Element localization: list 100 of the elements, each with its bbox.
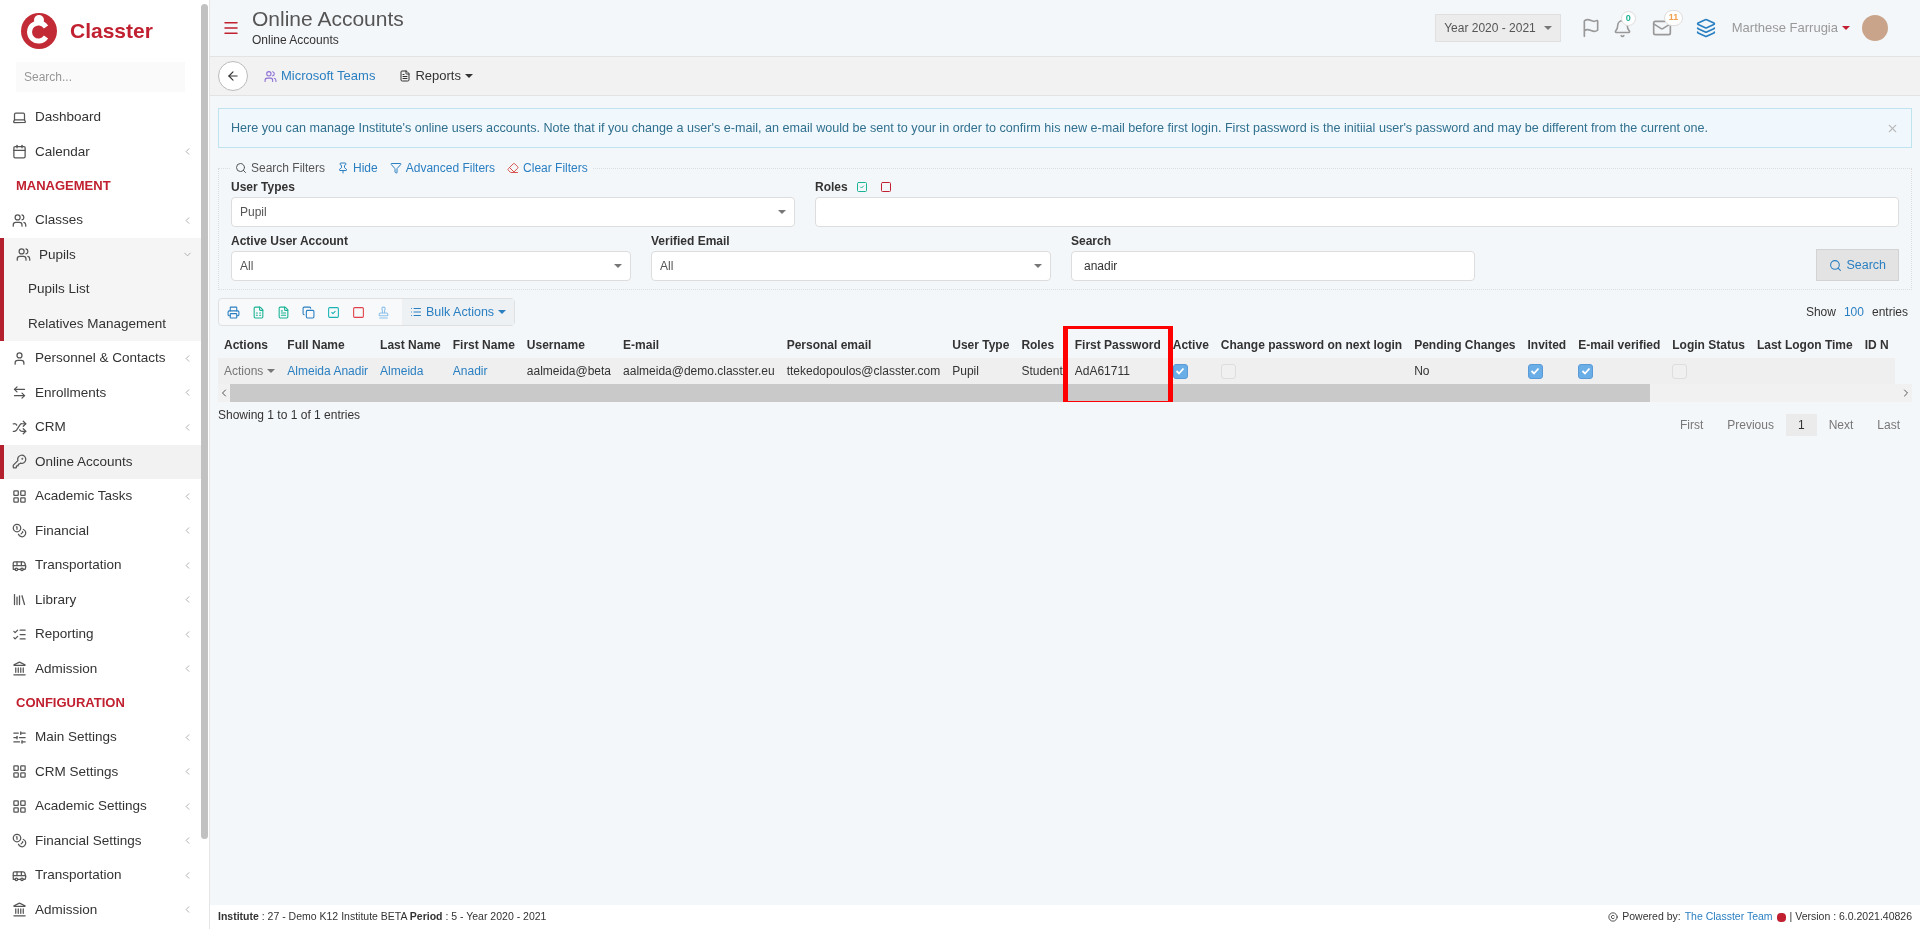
column-header[interactable]: First Password [1074, 338, 1161, 352]
roles-field[interactable] [815, 197, 1899, 227]
column-header[interactable]: Roles [1021, 338, 1055, 352]
verified-email-select[interactable]: All [651, 251, 1051, 281]
laptop-icon [12, 109, 27, 125]
sidebar-item[interactable]: Calendar [0, 134, 201, 169]
back-button[interactable] [218, 61, 248, 91]
sidebar-item[interactable]: Academic Tasks [0, 479, 201, 514]
people-icon [12, 212, 27, 228]
table-link[interactable]: Almeida [380, 364, 424, 378]
column-header[interactable]: ID N [1864, 338, 1889, 352]
print-icon[interactable] [227, 305, 240, 319]
checkbox[interactable] [1527, 363, 1543, 379]
search-field[interactable]: Search... [16, 62, 185, 92]
coins-icon [12, 833, 27, 849]
column-header[interactable]: Actions [224, 338, 268, 352]
bank-icon [12, 661, 27, 677]
entries-summary: Showing 1 to 1 of 1 entries [218, 407, 361, 424]
info-message: Here you can manage Institute's online users accounts. Note that if you change a user's e-mail, an email would be sent to your in order to confirm his new e-mail before first login. First password is the initiial user's password and may be different from the current one. [231, 119, 1709, 137]
pager-button[interactable]: 1 [1785, 414, 1817, 436]
actions-dropdown[interactable]: Actions [224, 362, 276, 380]
caret-icon [1034, 264, 1042, 268]
column-header[interactable]: E-mail [623, 338, 660, 352]
field-label: Roles [815, 179, 848, 196]
sidebar-item[interactable]: Online Accounts [0, 444, 201, 479]
select-all-icon[interactable] [327, 305, 340, 319]
select-all-icon[interactable] [855, 181, 868, 193]
sidebar-item[interactable]: Financial [0, 513, 201, 548]
pager-button[interactable]: Previous [1715, 414, 1786, 436]
sidebar-item[interactable]: Personnel & Contacts [0, 341, 201, 376]
mail-icon[interactable] [1651, 18, 1672, 38]
avatar[interactable] [1862, 15, 1888, 41]
filter-link[interactable]: Clear Filters [507, 159, 588, 177]
reports-dropdown[interactable]: Reports [399, 66, 473, 86]
sidebar-item[interactable]: Academic Settings [0, 789, 201, 824]
table-link[interactable]: Almeida Anadir [287, 364, 369, 378]
sidebar-item[interactable]: Classes [0, 203, 201, 238]
bulk-actions-dropdown[interactable]: Bulk Actions [402, 299, 515, 325]
year-dropdown[interactable]: Year 2020 - 2021 [1435, 14, 1561, 42]
column-header[interactable]: Personal email [786, 338, 872, 352]
page-size[interactable]: 100 [1843, 303, 1864, 321]
deselect-icon[interactable] [879, 181, 892, 193]
column-header[interactable]: Active [1172, 338, 1209, 352]
check-icon [1175, 366, 1186, 376]
pager-button[interactable]: First [1667, 414, 1716, 436]
column-header[interactable]: E-mail verified [1578, 338, 1661, 352]
column-header[interactable]: Last Name [380, 338, 441, 352]
column-header[interactable]: Login Status [1672, 338, 1745, 352]
filter-link[interactable]: Hide [337, 159, 378, 177]
pager-button[interactable]: Last [1865, 414, 1912, 436]
pager-button[interactable]: Next [1816, 414, 1866, 436]
copy-icon[interactable] [302, 305, 315, 319]
scrollbar-thumb[interactable] [201, 4, 208, 839]
sidebar-subitem[interactable]: Relatives Management [4, 306, 201, 341]
search-field[interactable]: anadir [1071, 251, 1475, 281]
sidebar-item[interactable]: Admission [0, 892, 201, 927]
sidebar-item[interactable]: Admission [0, 651, 201, 686]
caret-icon [464, 74, 473, 78]
column-header[interactable]: Invited [1527, 338, 1567, 352]
sidebar-item[interactable]: Enrollments [0, 375, 201, 410]
deselect-icon[interactable] [352, 305, 365, 319]
sidebar-item[interactable]: Reporting [0, 617, 201, 652]
filter-link[interactable]: Search Filters [235, 159, 326, 177]
column-header[interactable]: Change password on next login [1220, 338, 1403, 352]
list-icon [410, 306, 422, 318]
user-type-select[interactable]: Pupil [231, 197, 795, 227]
column-header[interactable]: Username [526, 338, 585, 352]
sidebar-item[interactable]: Dashboard [0, 100, 201, 135]
search-icon [235, 162, 247, 174]
column-header[interactable]: User Type [952, 338, 1010, 352]
field-label: Active User Account [231, 233, 349, 250]
column-header[interactable]: First Name [452, 338, 515, 352]
teams-button[interactable]: Microsoft Teams [264, 66, 376, 86]
sidebar-item[interactable]: Transportation [0, 548, 201, 583]
sidebar-subitem[interactable]: Pupils List [4, 272, 201, 307]
sidebar-item[interactable]: CRM [0, 410, 201, 445]
sidebar-item[interactable]: Library [0, 582, 201, 617]
sidebar-item[interactable]: Transportation [0, 858, 201, 893]
menu-icon[interactable] [222, 19, 240, 37]
brand-name: Classter [70, 18, 153, 45]
excel-icon[interactable] [252, 305, 265, 319]
sidebar-item[interactable]: Financial Settings [0, 823, 201, 858]
table-link[interactable]: Anadir [452, 364, 488, 378]
checkbox[interactable] [1578, 363, 1594, 379]
filter-link[interactable]: Advanced Filters [389, 159, 496, 177]
horizontal-scrollbar[interactable] [218, 384, 1912, 402]
column-header[interactable]: Last Logon Time [1756, 338, 1853, 352]
stamp-icon[interactable] [377, 305, 390, 319]
powered-label: Powered by: [1622, 909, 1681, 925]
bank-icon [12, 902, 27, 918]
active-account-select[interactable]: All [231, 251, 631, 281]
team-link[interactable]: The Classter Team [1684, 909, 1773, 925]
sidebar-item[interactable]: CRM Settings [0, 754, 201, 789]
copyright-icon [1608, 912, 1619, 922]
sidebar-item[interactable]: Main Settings [0, 720, 201, 755]
csv-icon[interactable] [277, 305, 290, 319]
column-header[interactable]: Pending Changes [1414, 338, 1516, 352]
column-header[interactable]: Full Name [287, 338, 345, 352]
sidebar-item[interactable]: Pupils [4, 237, 201, 272]
logo-icon [20, 11, 58, 51]
